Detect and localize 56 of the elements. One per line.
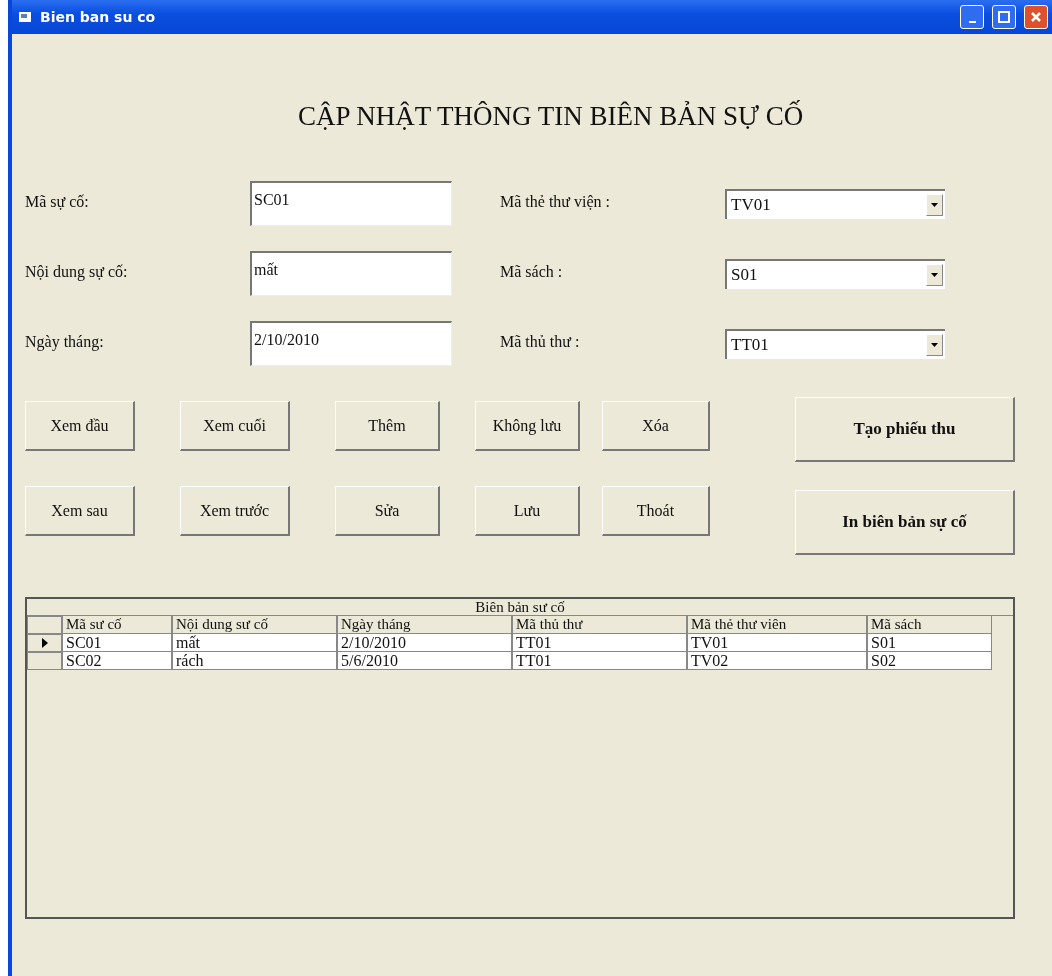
dropdown-field[interactable]: S01: [725, 259, 945, 289]
table-cell: 5/6/2010: [337, 652, 512, 670]
column-header[interactable]: Nội dung sư cố: [172, 616, 337, 634]
table-cell: TT01: [512, 652, 687, 670]
column-header[interactable]: Mã thẻ thư viên: [687, 616, 867, 634]
minimize-button[interactable]: [960, 5, 984, 29]
action-button[interactable]: Thoát: [602, 486, 710, 536]
text-field[interactable]: SC01: [250, 181, 452, 226]
action-button[interactable]: Không lưu: [475, 401, 580, 451]
column-header[interactable]: Mã sách: [867, 616, 992, 634]
column-header[interactable]: Mã thủ thư: [512, 616, 687, 634]
maximize-icon: [998, 11, 1010, 23]
field-label: Nội dung sự cố:: [25, 263, 129, 281]
action-button[interactable]: Xem đầu: [25, 401, 135, 451]
action-button[interactable]: In biên bản sự cố: [795, 490, 1015, 555]
table-cell: TT01: [512, 634, 687, 652]
column-header[interactable]: Mã sư cố: [62, 616, 172, 634]
minimize-icon: [968, 21, 976, 23]
field-label: Mã thẻ thư viện :: [500, 193, 611, 211]
action-button[interactable]: Xem sau: [25, 486, 135, 536]
current-row-icon: [41, 638, 48, 648]
dropdown-arrow-icon: [931, 273, 938, 277]
action-button[interactable]: Xem cuối: [180, 401, 290, 451]
row-selector[interactable]: [27, 634, 62, 652]
window-title: Bien ban su co: [40, 9, 157, 25]
field-label: Mã sự cố:: [25, 193, 90, 211]
table-cell: SC02: [62, 652, 172, 670]
dropdown-field[interactable]: TT01: [725, 329, 945, 359]
table-cell: S02: [867, 652, 992, 670]
table-cell: 2/10/2010: [337, 634, 512, 652]
action-button[interactable]: Lưu: [475, 486, 580, 536]
close-icon: [1030, 11, 1042, 23]
form-heading: CẬP NHẬT THÔNG TIN BIÊN BẢN SỰ CỐ: [298, 101, 805, 133]
field-label: Ngày tháng:: [25, 333, 105, 351]
dropdown-arrow-icon: [931, 343, 938, 347]
action-button[interactable]: Xem trước: [180, 486, 290, 536]
window-icon: [18, 11, 32, 23]
column-header[interactable]: Ngày tháng: [337, 616, 512, 634]
table-cell: mất: [172, 634, 337, 652]
maximize-button[interactable]: [992, 5, 1016, 29]
text-field[interactable]: mất: [250, 251, 452, 296]
field-label: Mã sách :: [500, 263, 564, 281]
table-cell: TV02: [687, 652, 867, 670]
text-field[interactable]: 2/10/2010: [250, 321, 452, 366]
dropdown-field[interactable]: TV01: [725, 189, 945, 219]
table-cell: TV01: [687, 634, 867, 652]
action-button[interactable]: Thêm: [335, 401, 440, 451]
dropdown-arrow-icon: [931, 203, 938, 207]
close-button[interactable]: [1024, 5, 1048, 29]
action-button[interactable]: Tạo phiếu thu: [795, 397, 1015, 462]
action-button[interactable]: Xóa: [602, 401, 710, 451]
table-cell: SC01: [62, 634, 172, 652]
table-cell: rách: [172, 652, 337, 670]
field-label: Mã thủ thư :: [500, 333, 581, 351]
action-button[interactable]: Sửa: [335, 486, 440, 536]
table-cell: S01: [867, 634, 992, 652]
